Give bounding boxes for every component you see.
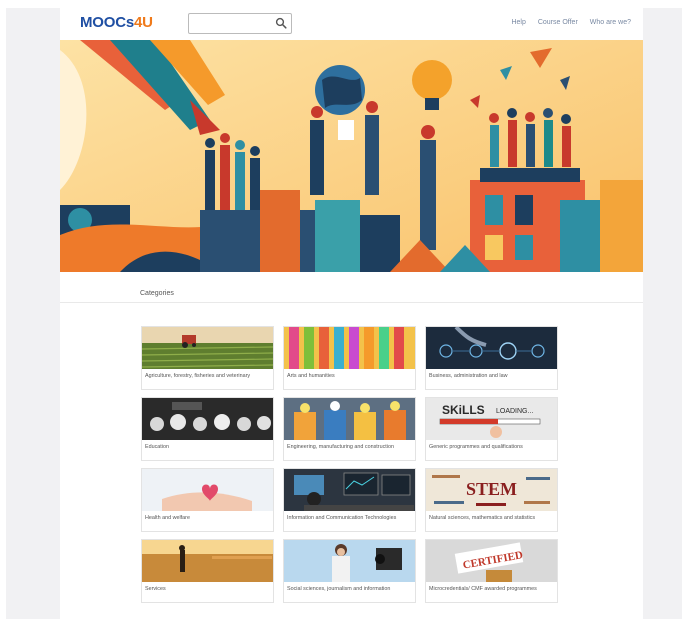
category-label: Social sciences, journalism and informat… <box>287 586 391 592</box>
hero-illustration <box>60 40 643 272</box>
nav-course-offer[interactable]: Course Offer <box>538 19 578 26</box>
left-gutter <box>6 8 60 619</box>
logo-main: MOOCs <box>80 14 135 31</box>
nav-help[interactable]: Help <box>511 19 525 26</box>
hero-banner <box>60 40 643 272</box>
category-card-health[interactable]: Health and welfare <box>141 468 274 532</box>
nav-who-are-we[interactable]: Who are we? <box>590 19 631 26</box>
category-card-natural-sciences[interactable]: STEM Natural sciences, mathematics and s… <box>425 468 558 532</box>
category-label: Information and Communication Technologi… <box>287 515 397 521</box>
category-image-agriculture <box>142 327 273 369</box>
category-label: Services <box>145 586 166 592</box>
search-icon[interactable] <box>275 17 287 29</box>
category-label: Microcredentials/ CMF awarded programmes <box>429 586 537 592</box>
page: MOOCs4U Help Course Offer Who are we? Ca… <box>60 8 643 619</box>
category-card-social-sciences[interactable]: Social sciences, journalism and informat… <box>283 539 416 603</box>
category-label: Agriculture, forestry, fisheries and vet… <box>145 373 251 379</box>
main-nav: Help Course Offer Who are we? <box>501 19 631 26</box>
category-image-microcredentials: CERTIFIED <box>426 540 557 582</box>
category-card-arts[interactable]: Arts and humanities <box>283 326 416 390</box>
category-image-generic: SKiLLS LOADING... <box>426 398 557 440</box>
right-gutter <box>643 8 682 619</box>
svg-text:LOADING...: LOADING... <box>496 408 533 415</box>
category-image-business <box>426 327 557 369</box>
category-label: Business, administration and law <box>429 373 508 379</box>
category-label: Natural sciences, mathematics and statis… <box>429 515 536 521</box>
category-image-education <box>142 398 273 440</box>
category-image-social-sciences <box>284 540 415 582</box>
category-card-generic[interactable]: SKiLLS LOADING... Generic programmes and… <box>425 397 558 461</box>
svg-text:SKiLLS: SKiLLS <box>442 403 485 417</box>
category-card-engineering[interactable]: Engineering, manufacturing and construct… <box>283 397 416 461</box>
category-card-microcredentials[interactable]: CERTIFIED Microcredentials/ CMF awarded … <box>425 539 558 603</box>
category-label: Engineering, manufacturing and construct… <box>287 444 394 450</box>
category-label: Health and welfare <box>145 515 190 521</box>
category-card-business[interactable]: Business, administration and law <box>425 326 558 390</box>
category-card-agriculture[interactable]: Agriculture, forestry, fisheries and vet… <box>141 326 274 390</box>
search-input[interactable] <box>192 15 274 32</box>
logo-accent: 4U <box>134 14 153 31</box>
category-image-natural-sciences: STEM <box>426 469 557 511</box>
category-image-services <box>142 540 273 582</box>
search-box <box>188 13 292 34</box>
category-image-arts <box>284 327 415 369</box>
category-label: Education <box>145 444 169 450</box>
categories-heading: Categories <box>140 290 174 297</box>
category-label: Arts and humanities <box>287 373 335 379</box>
category-image-engineering <box>284 398 415 440</box>
category-card-services[interactable]: Services <box>141 539 274 603</box>
site-header: MOOCs4U Help Course Offer Who are we? <box>60 8 643 40</box>
category-image-ict <box>284 469 415 511</box>
category-card-ict[interactable]: Information and Communication Technologi… <box>283 468 416 532</box>
category-image-health <box>142 469 273 511</box>
category-card-education[interactable]: Education <box>141 397 274 461</box>
site-logo[interactable]: MOOCs4U <box>80 14 153 31</box>
svg-text:STEM: STEM <box>466 479 517 499</box>
divider <box>60 302 643 303</box>
category-label: Generic programmes and qualifications <box>429 444 523 450</box>
